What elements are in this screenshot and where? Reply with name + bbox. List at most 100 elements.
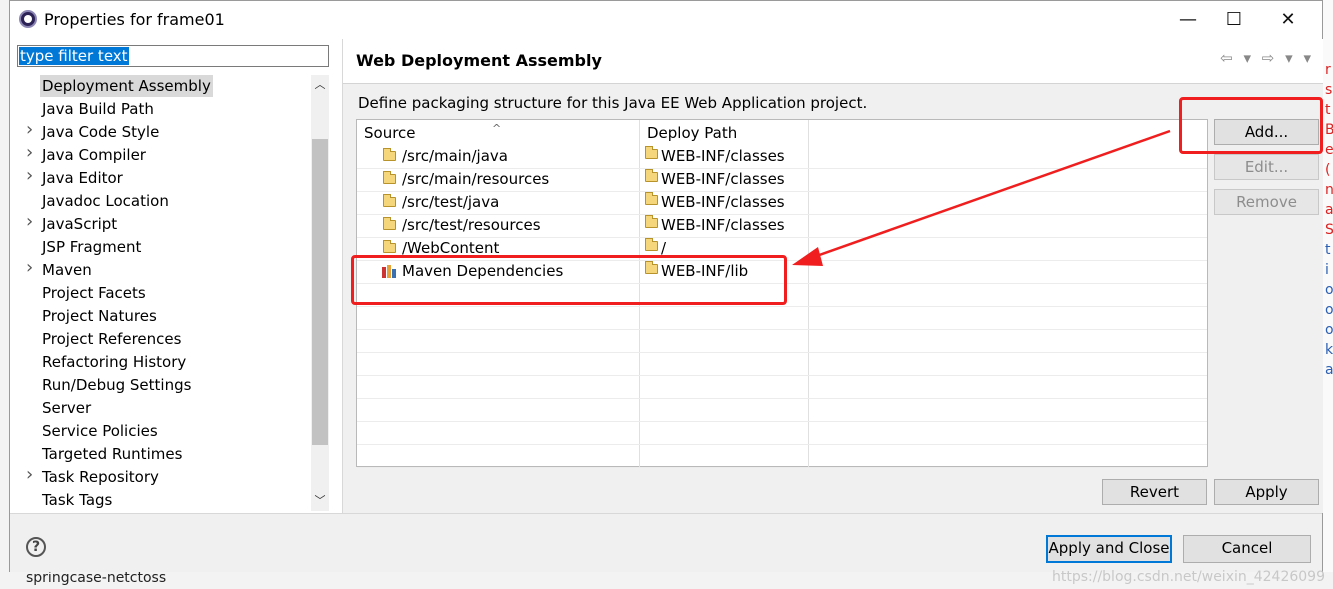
source-cell xyxy=(357,353,640,375)
table-row[interactable]: /src/test/resources WEB-INF/classes xyxy=(357,215,1207,238)
back-menu-icon[interactable]: ▾ xyxy=(1243,49,1251,67)
deploy-path-text: WEB-INF/classes xyxy=(661,147,785,165)
table-row[interactable]: /WebContent / xyxy=(357,238,1207,261)
help-icon[interactable]: ? xyxy=(26,537,46,557)
source-cell xyxy=(357,284,640,306)
tree-item-label: Deployment Assembly xyxy=(40,75,213,97)
source-cell xyxy=(357,307,640,329)
tree-item[interactable]: Deployment Assembly xyxy=(10,75,310,97)
tree-item[interactable]: Service Policies xyxy=(10,420,310,442)
table-row[interactable] xyxy=(357,353,1207,376)
table-row[interactable] xyxy=(357,422,1207,445)
filter-text-selected[interactable]: type filter text xyxy=(19,47,129,65)
table-row[interactable] xyxy=(357,330,1207,353)
background-text: i xyxy=(1325,262,1329,278)
tree-item[interactable]: › Java Editor xyxy=(10,165,310,189)
tree-item[interactable]: › JavaScript xyxy=(10,211,310,235)
view-menu-icon[interactable]: ▾ xyxy=(1303,49,1311,67)
tree-item-label: Project Natures xyxy=(42,307,157,325)
background-text: e xyxy=(1325,142,1333,158)
tree-item-label: Javadoc Location xyxy=(42,192,169,210)
cancel-button[interactable]: Cancel xyxy=(1183,535,1311,563)
tree-item[interactable]: Server xyxy=(10,397,310,419)
expand-chevron-icon[interactable]: › xyxy=(26,257,33,278)
scroll-down-icon[interactable]: ﹀ xyxy=(311,491,329,511)
table-row[interactable]: /src/test/java WEB-INF/classes xyxy=(357,192,1207,215)
tree-item[interactable]: Refactoring History xyxy=(10,351,310,373)
background-editor-strip: r s t Be(n a St i o o o k a xyxy=(1323,0,1333,572)
add-button[interactable]: Add... xyxy=(1214,119,1319,145)
expand-chevron-icon[interactable]: › xyxy=(26,119,33,140)
table-row[interactable]: Maven Dependencies WEB-INF/lib xyxy=(357,261,1207,284)
source-text: /src/test/java xyxy=(402,193,500,211)
tree-item[interactable]: › Task Repository xyxy=(10,464,310,488)
column-header-deploy-path[interactable]: Deploy Path xyxy=(640,120,809,146)
property-page: Web Deployment Assembly ⇦ ▾ ⇨ ▾ ▾ Define… xyxy=(343,39,1323,513)
table-row[interactable]: /src/main/resources WEB-INF/classes xyxy=(357,169,1207,192)
deploy-path-text: / xyxy=(661,239,667,257)
tree-item[interactable]: Task Tags xyxy=(10,489,310,511)
forward-menu-icon[interactable]: ▾ xyxy=(1285,49,1293,67)
forward-arrow-icon[interactable]: ⇨ xyxy=(1262,49,1275,67)
library-icon xyxy=(382,264,396,278)
expand-chevron-icon[interactable]: › xyxy=(26,165,33,186)
apply-and-close-button[interactable]: Apply and Close xyxy=(1046,535,1172,563)
expand-chevron-icon[interactable]: › xyxy=(26,142,33,163)
filter-input[interactable]: type filter text xyxy=(17,45,329,67)
folder-icon xyxy=(383,240,396,253)
eclipse-icon xyxy=(19,10,37,28)
tree-item-label: Project References xyxy=(42,330,182,348)
tree-item[interactable]: JSP Fragment xyxy=(10,236,310,258)
table-row[interactable] xyxy=(357,445,1207,468)
tree-item[interactable]: Project References xyxy=(10,328,310,350)
minimize-button[interactable]: — xyxy=(1165,7,1211,33)
edit-button[interactable]: Edit... xyxy=(1214,154,1319,180)
deploy-path-text: WEB-INF/classes xyxy=(661,193,785,211)
tree-item-label: Server xyxy=(42,399,92,417)
deploy-path-cell: WEB-INF/lib xyxy=(640,261,809,283)
background-text: t xyxy=(1325,102,1331,118)
tree-scrollbar[interactable]: ︿ ﹀ xyxy=(311,75,329,511)
background-text: r xyxy=(1325,62,1331,78)
folder-icon xyxy=(383,194,396,207)
back-arrow-icon[interactable]: ⇦ xyxy=(1220,49,1233,67)
folder-icon xyxy=(645,146,658,159)
maximize-button[interactable]: ☐ xyxy=(1211,7,1257,33)
tree-item-label: Targeted Runtimes xyxy=(42,445,183,463)
source-cell: /src/main/java xyxy=(357,146,640,168)
deploy-path-cell xyxy=(640,445,809,467)
background-text: n xyxy=(1325,182,1333,198)
tree-item[interactable]: › Maven xyxy=(10,257,310,281)
expand-chevron-icon[interactable]: › xyxy=(26,211,33,232)
table-row[interactable] xyxy=(357,399,1207,422)
tree-item[interactable]: › Java Compiler xyxy=(10,142,310,166)
apply-button[interactable]: Apply xyxy=(1214,479,1319,505)
source-cell xyxy=(357,330,640,352)
close-button[interactable]: ✕ xyxy=(1265,7,1311,33)
tree-item[interactable]: › Java Code Style xyxy=(10,119,310,143)
scroll-thumb[interactable] xyxy=(312,139,328,445)
tree-item[interactable]: Project Facets xyxy=(10,282,310,304)
source-text: /WebContent xyxy=(402,239,500,257)
table-row[interactable] xyxy=(357,284,1207,307)
deploy-path-cell xyxy=(640,376,809,398)
deploy-path-text: WEB-INF/classes xyxy=(661,216,785,234)
column-header-source[interactable]: Source ^ xyxy=(357,120,640,146)
folder-icon xyxy=(383,171,396,184)
tree-item[interactable]: Targeted Runtimes xyxy=(10,443,310,465)
tree-item[interactable]: Java Build Path xyxy=(10,98,310,120)
table-row[interactable]: /src/main/java WEB-INF/classes xyxy=(357,146,1207,169)
tree-item[interactable]: Project Natures xyxy=(10,305,310,327)
tree-item[interactable]: Javadoc Location xyxy=(10,190,310,212)
background-text: o xyxy=(1325,282,1333,298)
revert-button[interactable]: Revert xyxy=(1102,479,1207,505)
table-row[interactable] xyxy=(357,307,1207,330)
source-cell xyxy=(357,422,640,444)
scroll-up-icon[interactable]: ︿ xyxy=(311,75,329,95)
remove-button[interactable]: Remove xyxy=(1214,189,1319,215)
table-row[interactable] xyxy=(357,376,1207,399)
expand-chevron-icon[interactable]: › xyxy=(26,464,33,485)
deploy-path-cell xyxy=(640,353,809,375)
background-ide-left-strip xyxy=(0,0,9,589)
tree-item[interactable]: Run/Debug Settings xyxy=(10,374,310,396)
